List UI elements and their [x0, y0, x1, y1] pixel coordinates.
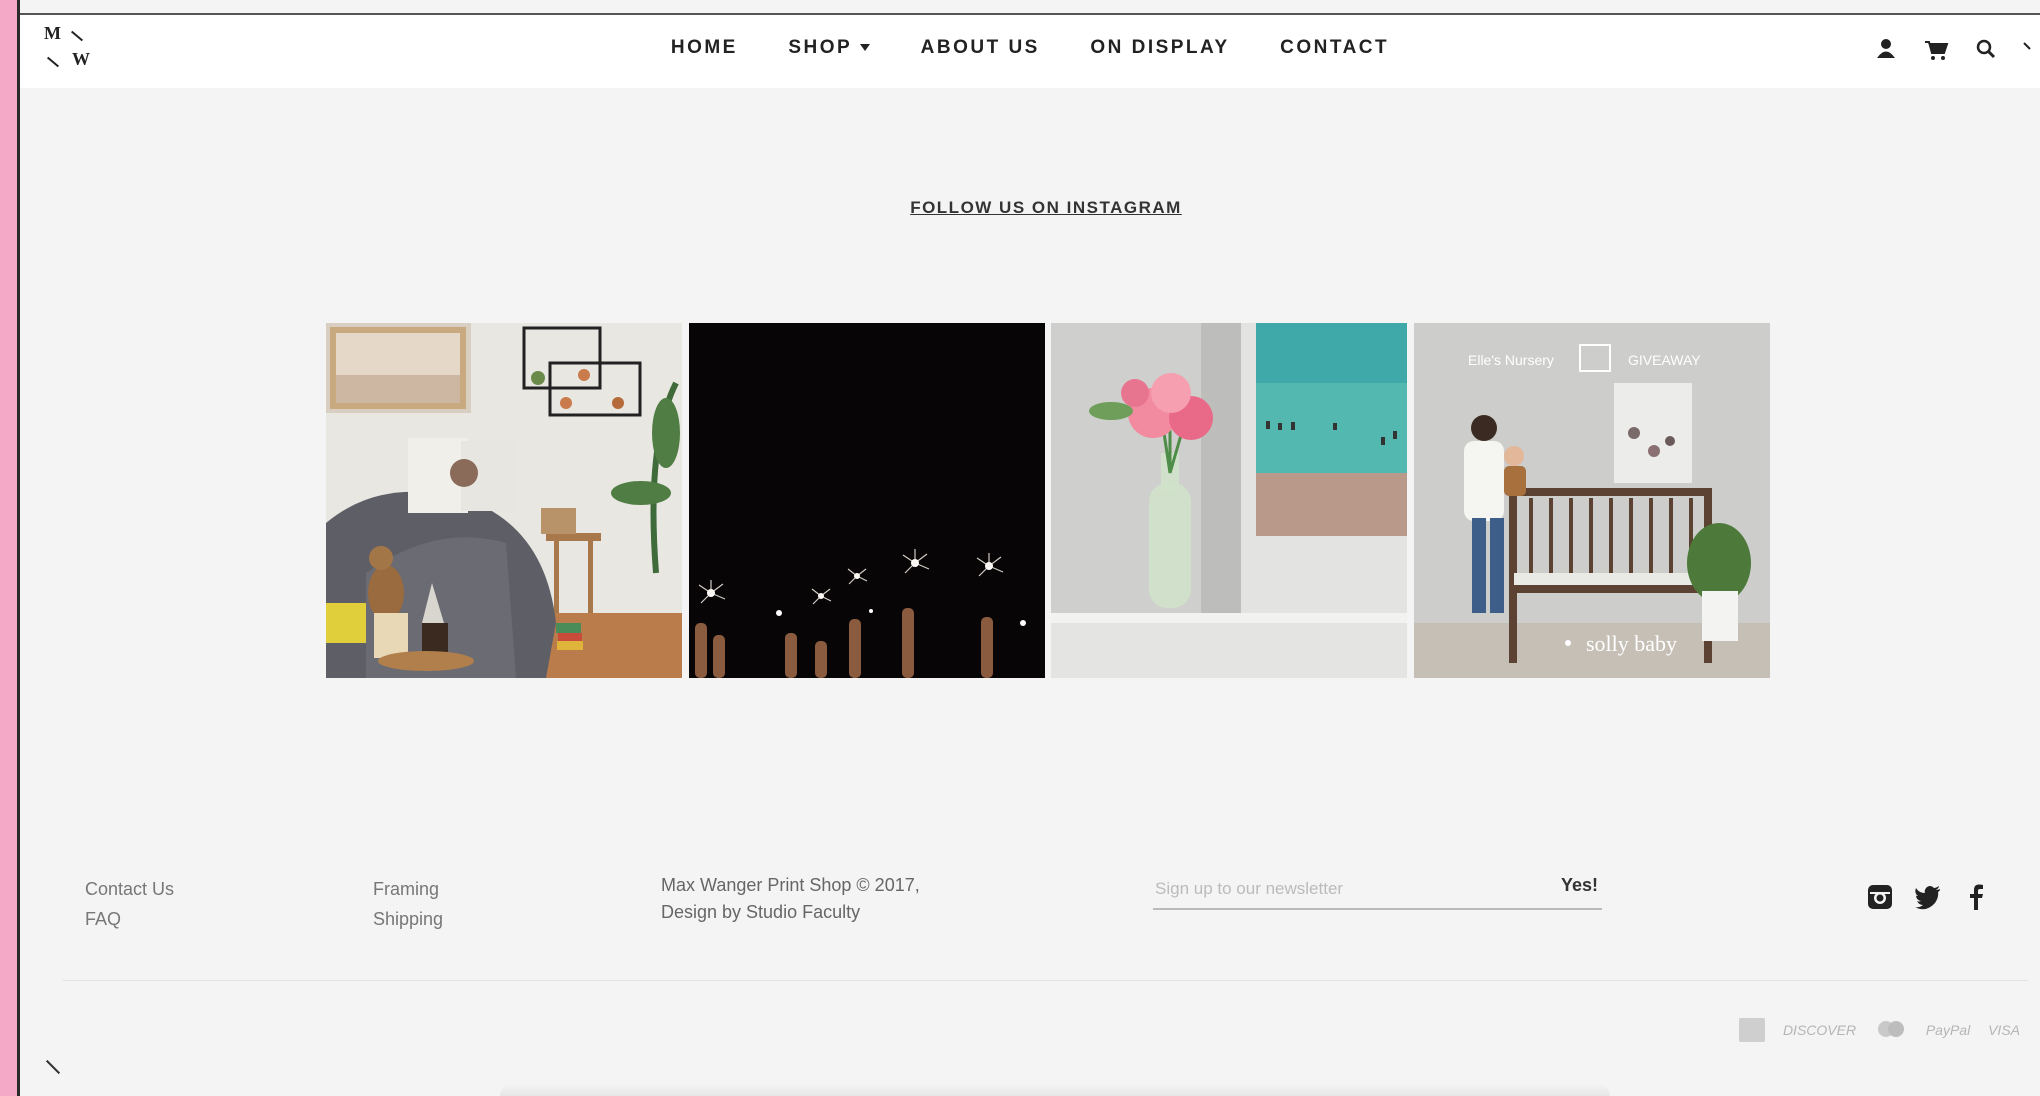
- twitter-icon[interactable]: [1914, 883, 1942, 911]
- paypal-icon: PayPal: [1925, 1022, 1971, 1038]
- amex-icon: [1739, 1018, 1766, 1042]
- nav-about-us[interactable]: ABOUT US: [921, 37, 1040, 59]
- nav-contact[interactable]: CONTACT: [1280, 37, 1389, 59]
- main-nav: HOME SHOP ABOUT US ON DISPLAY CONTACT: [20, 37, 2040, 59]
- peonies-beach-photo: [1051, 323, 1407, 678]
- instagram-post-4[interactable]: Elle's Nursery GIVEAWAY solly baby: [1414, 323, 1770, 678]
- follow-instagram-link[interactable]: FOLLOW US ON INSTAGRAM: [910, 198, 1182, 217]
- instagram-post-3[interactable]: [1051, 323, 1407, 678]
- left-edge: [17, 0, 20, 1096]
- footer-link-contact-us[interactable]: Contact Us: [85, 874, 174, 904]
- overlay-brand: solly baby: [1586, 631, 1677, 656]
- footer-divider: [63, 980, 2028, 981]
- account-icon[interactable]: [1870, 33, 1902, 65]
- nav-on-display[interactable]: ON DISPLAY: [1090, 37, 1229, 59]
- chevron-icon[interactable]: [2016, 33, 2040, 65]
- footer-link-shipping[interactable]: Shipping: [373, 904, 443, 934]
- overlay-nursery: Elle's Nursery: [1468, 352, 1554, 368]
- nursery-giveaway-photo: Elle's Nursery GIVEAWAY solly baby: [1414, 323, 1770, 678]
- footer-col-2: Framing Shipping: [373, 874, 443, 934]
- search-icon[interactable]: [1970, 33, 2002, 65]
- bottom-shadow: [500, 1084, 1610, 1096]
- instagram-follow: FOLLOW US ON INSTAGRAM: [0, 198, 2040, 218]
- social-links: [1866, 883, 1996, 917]
- copyright-line-1: Max Wanger Print Shop © 2017,: [661, 875, 920, 895]
- newsletter-email-input[interactable]: [1153, 874, 1517, 904]
- header-icons: [1870, 33, 2040, 65]
- visa-icon: VISA: [1988, 1022, 2020, 1038]
- corner-slash: [45, 1059, 61, 1075]
- copyright-line-2[interactable]: Design by Studio Faculty: [661, 899, 920, 926]
- nav-shop[interactable]: SHOP: [788, 37, 871, 59]
- mastercard-icon: [1874, 1019, 1908, 1042]
- site-header: M W HOME SHOP ABOUT US ON DISPLAY CONTAC…: [20, 15, 2040, 88]
- footer-link-faq[interactable]: FAQ: [85, 904, 174, 934]
- newsletter-form: Yes!: [1153, 870, 1602, 910]
- footer-copyright: Max Wanger Print Shop © 2017, Design by …: [661, 872, 920, 926]
- nav-shop-label: SHOP: [788, 37, 853, 58]
- facebook-icon[interactable]: [1962, 883, 1990, 911]
- caret-down-icon: [860, 44, 871, 52]
- cart-icon[interactable]: [1920, 33, 1952, 65]
- left-pink-border: [0, 0, 17, 1096]
- instagram-post-2[interactable]: [689, 323, 1045, 678]
- footer-link-framing[interactable]: Framing: [373, 874, 443, 904]
- discover-icon: DISCOVER: [1782, 1022, 1857, 1038]
- nav-home[interactable]: HOME: [671, 37, 738, 59]
- overlay-giveaway: GIVEAWAY: [1628, 352, 1701, 368]
- sparklers-photo: [689, 323, 1045, 678]
- instagram-icon[interactable]: [1866, 883, 1894, 911]
- instagram-post-1[interactable]: [326, 323, 682, 678]
- reading-room-photo: [326, 323, 682, 678]
- footer-col-1: Contact Us FAQ: [85, 874, 174, 934]
- payment-methods: DISCOVER PayPal VISA: [1725, 1018, 2020, 1044]
- newsletter-submit-button[interactable]: Yes!: [1561, 875, 1598, 896]
